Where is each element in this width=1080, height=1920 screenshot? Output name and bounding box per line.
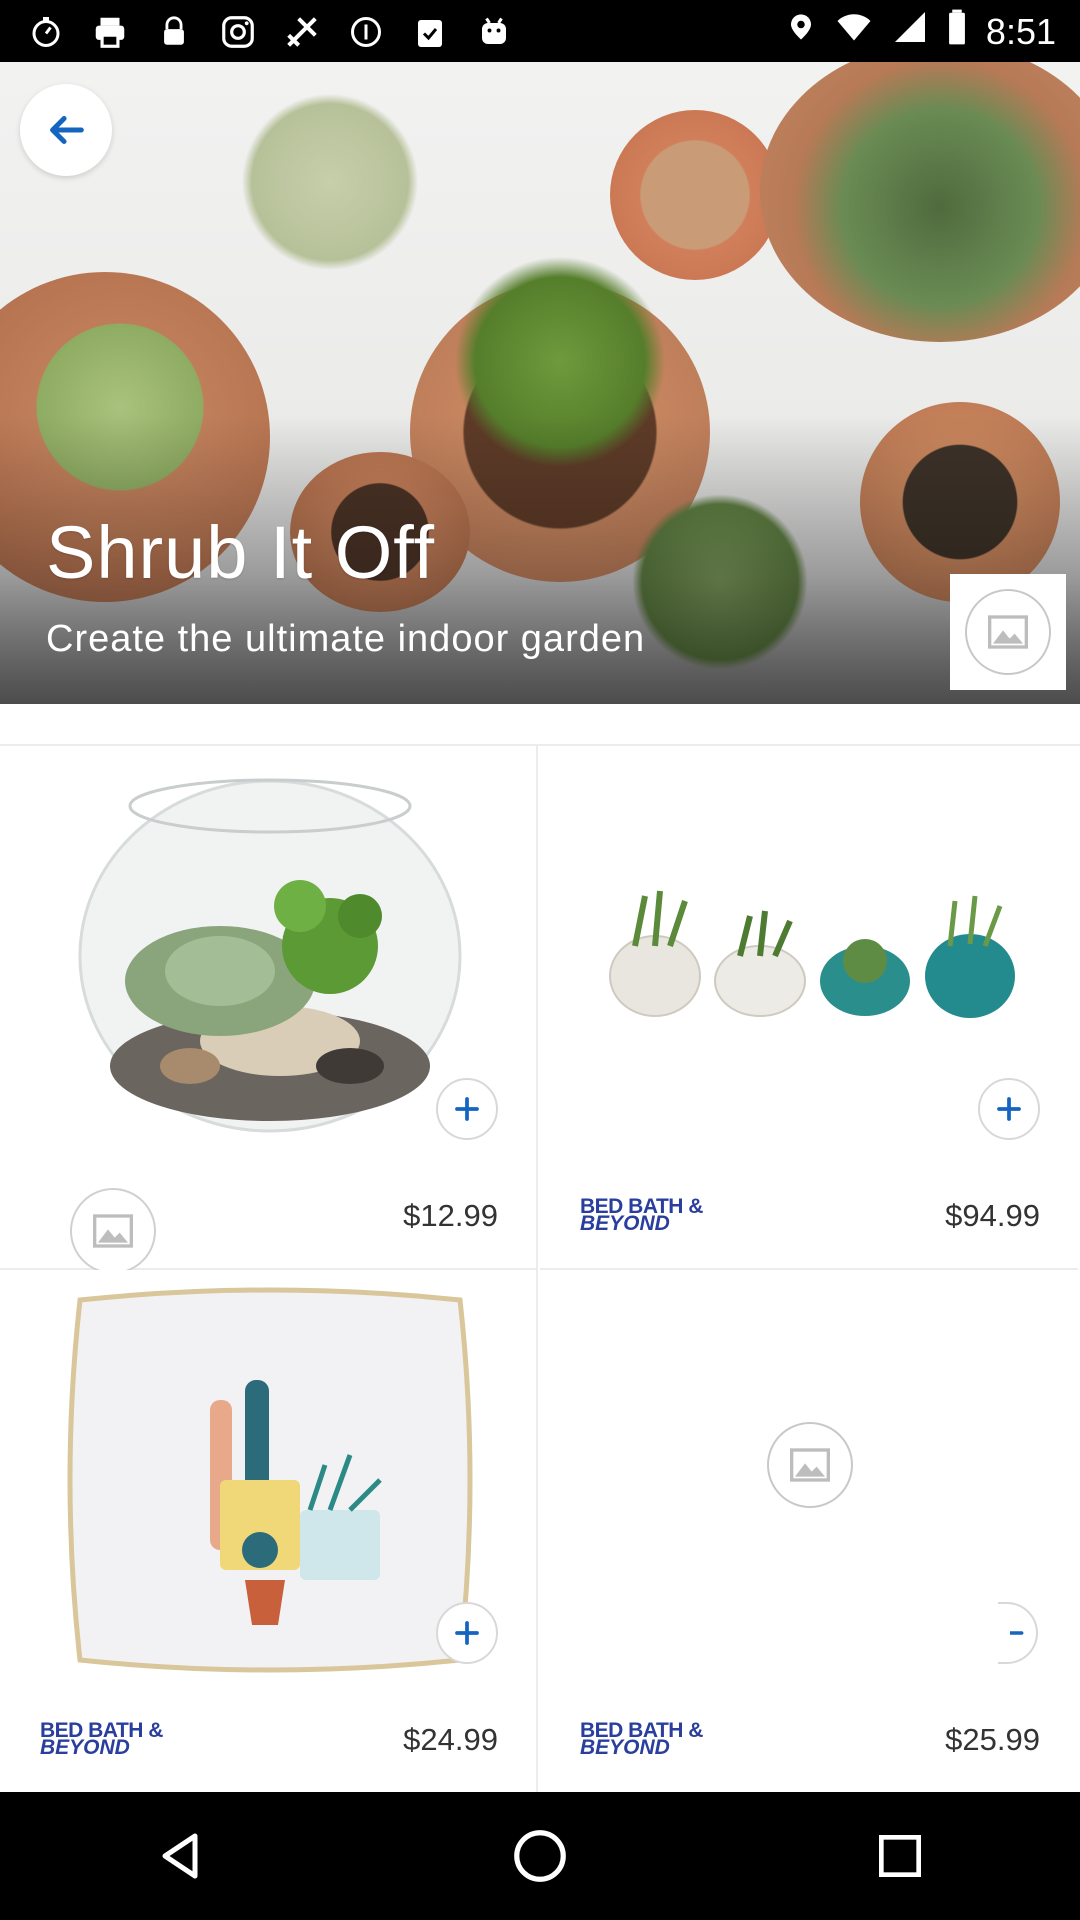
brand-logo-placeholder (70, 1188, 156, 1274)
product-card[interactable]: $12.99 (0, 746, 538, 1274)
brand-text-line-2: BEYOND (40, 1736, 130, 1759)
printer-icon (88, 10, 132, 54)
recents-nav-icon[interactable] (840, 1806, 960, 1906)
brand-text-line-2: BEYOND (580, 1212, 670, 1235)
product-grid: $12.99 BED BATH & BEYOND $94.99 BED BATH… (0, 744, 1080, 1794)
hero-banner: Shrub It Off Create the ultimate indoor … (0, 62, 1080, 704)
hero-title: Shrub It Off (46, 511, 436, 594)
back-nav-icon[interactable] (120, 1806, 240, 1906)
clock-time: 8:51 (985, 10, 1056, 52)
status-bar: 8:51 (0, 0, 1080, 62)
product-image-placeholder[interactable] (600, 1280, 1020, 1680)
location-icon (786, 8, 816, 55)
add-to-list-button[interactable] (436, 1078, 498, 1140)
add-to-list-button[interactable] (978, 1078, 1040, 1140)
product-card[interactable]: BED BATH & BEYOND $24.99 (0, 1270, 538, 1794)
product-image-cactus-pillow[interactable] (60, 1280, 480, 1680)
back-button[interactable] (20, 84, 112, 176)
arrow-left-icon (50, 116, 84, 144)
wifi-icon (834, 9, 874, 54)
product-price: $24.99 (403, 1722, 498, 1757)
product-price: $25.99 (945, 1722, 1040, 1757)
product-card[interactable]: BED BATH & BEYOND $94.99 (540, 746, 1078, 1270)
stopwatch-icon (24, 10, 68, 54)
add-to-list-button[interactable] (998, 1602, 1038, 1664)
system-nav-bar (0, 1792, 1080, 1920)
product-image-terrarium[interactable] (60, 756, 480, 1156)
clipboard-check-icon (408, 10, 452, 54)
brand-text-line-2: BEYOND (580, 1736, 670, 1759)
image-icon (93, 1214, 133, 1248)
hero-subtitle: Create the ultimate indoor garden (46, 618, 646, 660)
brand-logo-bed-bath-beyond: BED BATH & BEYOND (580, 1196, 726, 1235)
add-to-list-button[interactable] (436, 1602, 498, 1664)
instagram-icon (216, 10, 260, 54)
lock-icon (152, 10, 196, 54)
fake-gps-icon (280, 10, 324, 54)
plus-icon (997, 1097, 1021, 1121)
android-icon (472, 10, 516, 54)
home-nav-icon[interactable] (480, 1806, 600, 1906)
brand-logo-bed-bath-beyond: BED BATH & BEYOND (40, 1720, 186, 1759)
plus-icon (455, 1097, 479, 1121)
hero-overlay (0, 62, 1080, 704)
hero-image-button[interactable] (950, 574, 1066, 690)
plus-icon (1010, 1631, 1024, 1635)
battery-icon (946, 8, 968, 55)
info-icon (344, 10, 388, 54)
product-price: $12.99 (403, 1198, 498, 1233)
brand-logo-bed-bath-beyond: BED BATH & BEYOND (580, 1720, 726, 1759)
product-image-shell-planters[interactable] (600, 756, 1020, 1156)
image-icon (767, 1422, 853, 1508)
plus-icon (455, 1621, 479, 1645)
product-card[interactable]: BED BATH & BEYOND $25.99 (540, 1270, 1078, 1794)
signal-icon (892, 9, 928, 54)
product-price: $94.99 (945, 1198, 1040, 1233)
image-icon (965, 589, 1051, 675)
